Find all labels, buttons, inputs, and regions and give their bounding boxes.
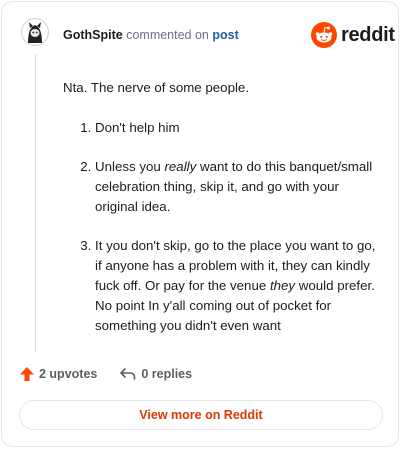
comment-list: Don't help him Unless you really want to… (63, 118, 383, 336)
comment-intro: Nta. The nerve of some people. (63, 80, 250, 95)
comment-body: Nta. The nerve of some people. Don't hel… (63, 78, 383, 355)
comment-header: GothSpite commented on post (63, 28, 239, 42)
view-more-button[interactable]: View more on Reddit (19, 400, 383, 430)
author-name[interactable]: GothSpite (63, 28, 123, 42)
list-item: Don't help him (95, 118, 383, 138)
upvotes-count: 2 upvotes (39, 367, 98, 381)
replies-stat[interactable]: 0 replies (119, 366, 192, 382)
upvote-arrow-icon (20, 367, 34, 381)
upvotes-stat[interactable]: 2 upvotes (19, 366, 97, 382)
thread-line (35, 54, 36, 352)
comment-footer: 2 upvotes 0 replies (19, 366, 192, 382)
reddit-wordmark: reddit (341, 23, 395, 46)
action-text: commented on (126, 28, 209, 42)
avatar[interactable] (21, 18, 49, 46)
reddit-brand[interactable]: reddit (311, 22, 395, 48)
reddit-comment-embed: GothSpite commented on post reddit Nta. … (1, 1, 399, 447)
list-item: Unless you really want to do this banque… (95, 157, 383, 217)
list-item: It you don't skip, go to the place you w… (95, 236, 383, 336)
reddit-logo-icon (311, 22, 337, 48)
replies-count: 0 replies (141, 367, 193, 381)
post-link[interactable]: post (212, 28, 238, 42)
reply-icon (120, 368, 136, 380)
